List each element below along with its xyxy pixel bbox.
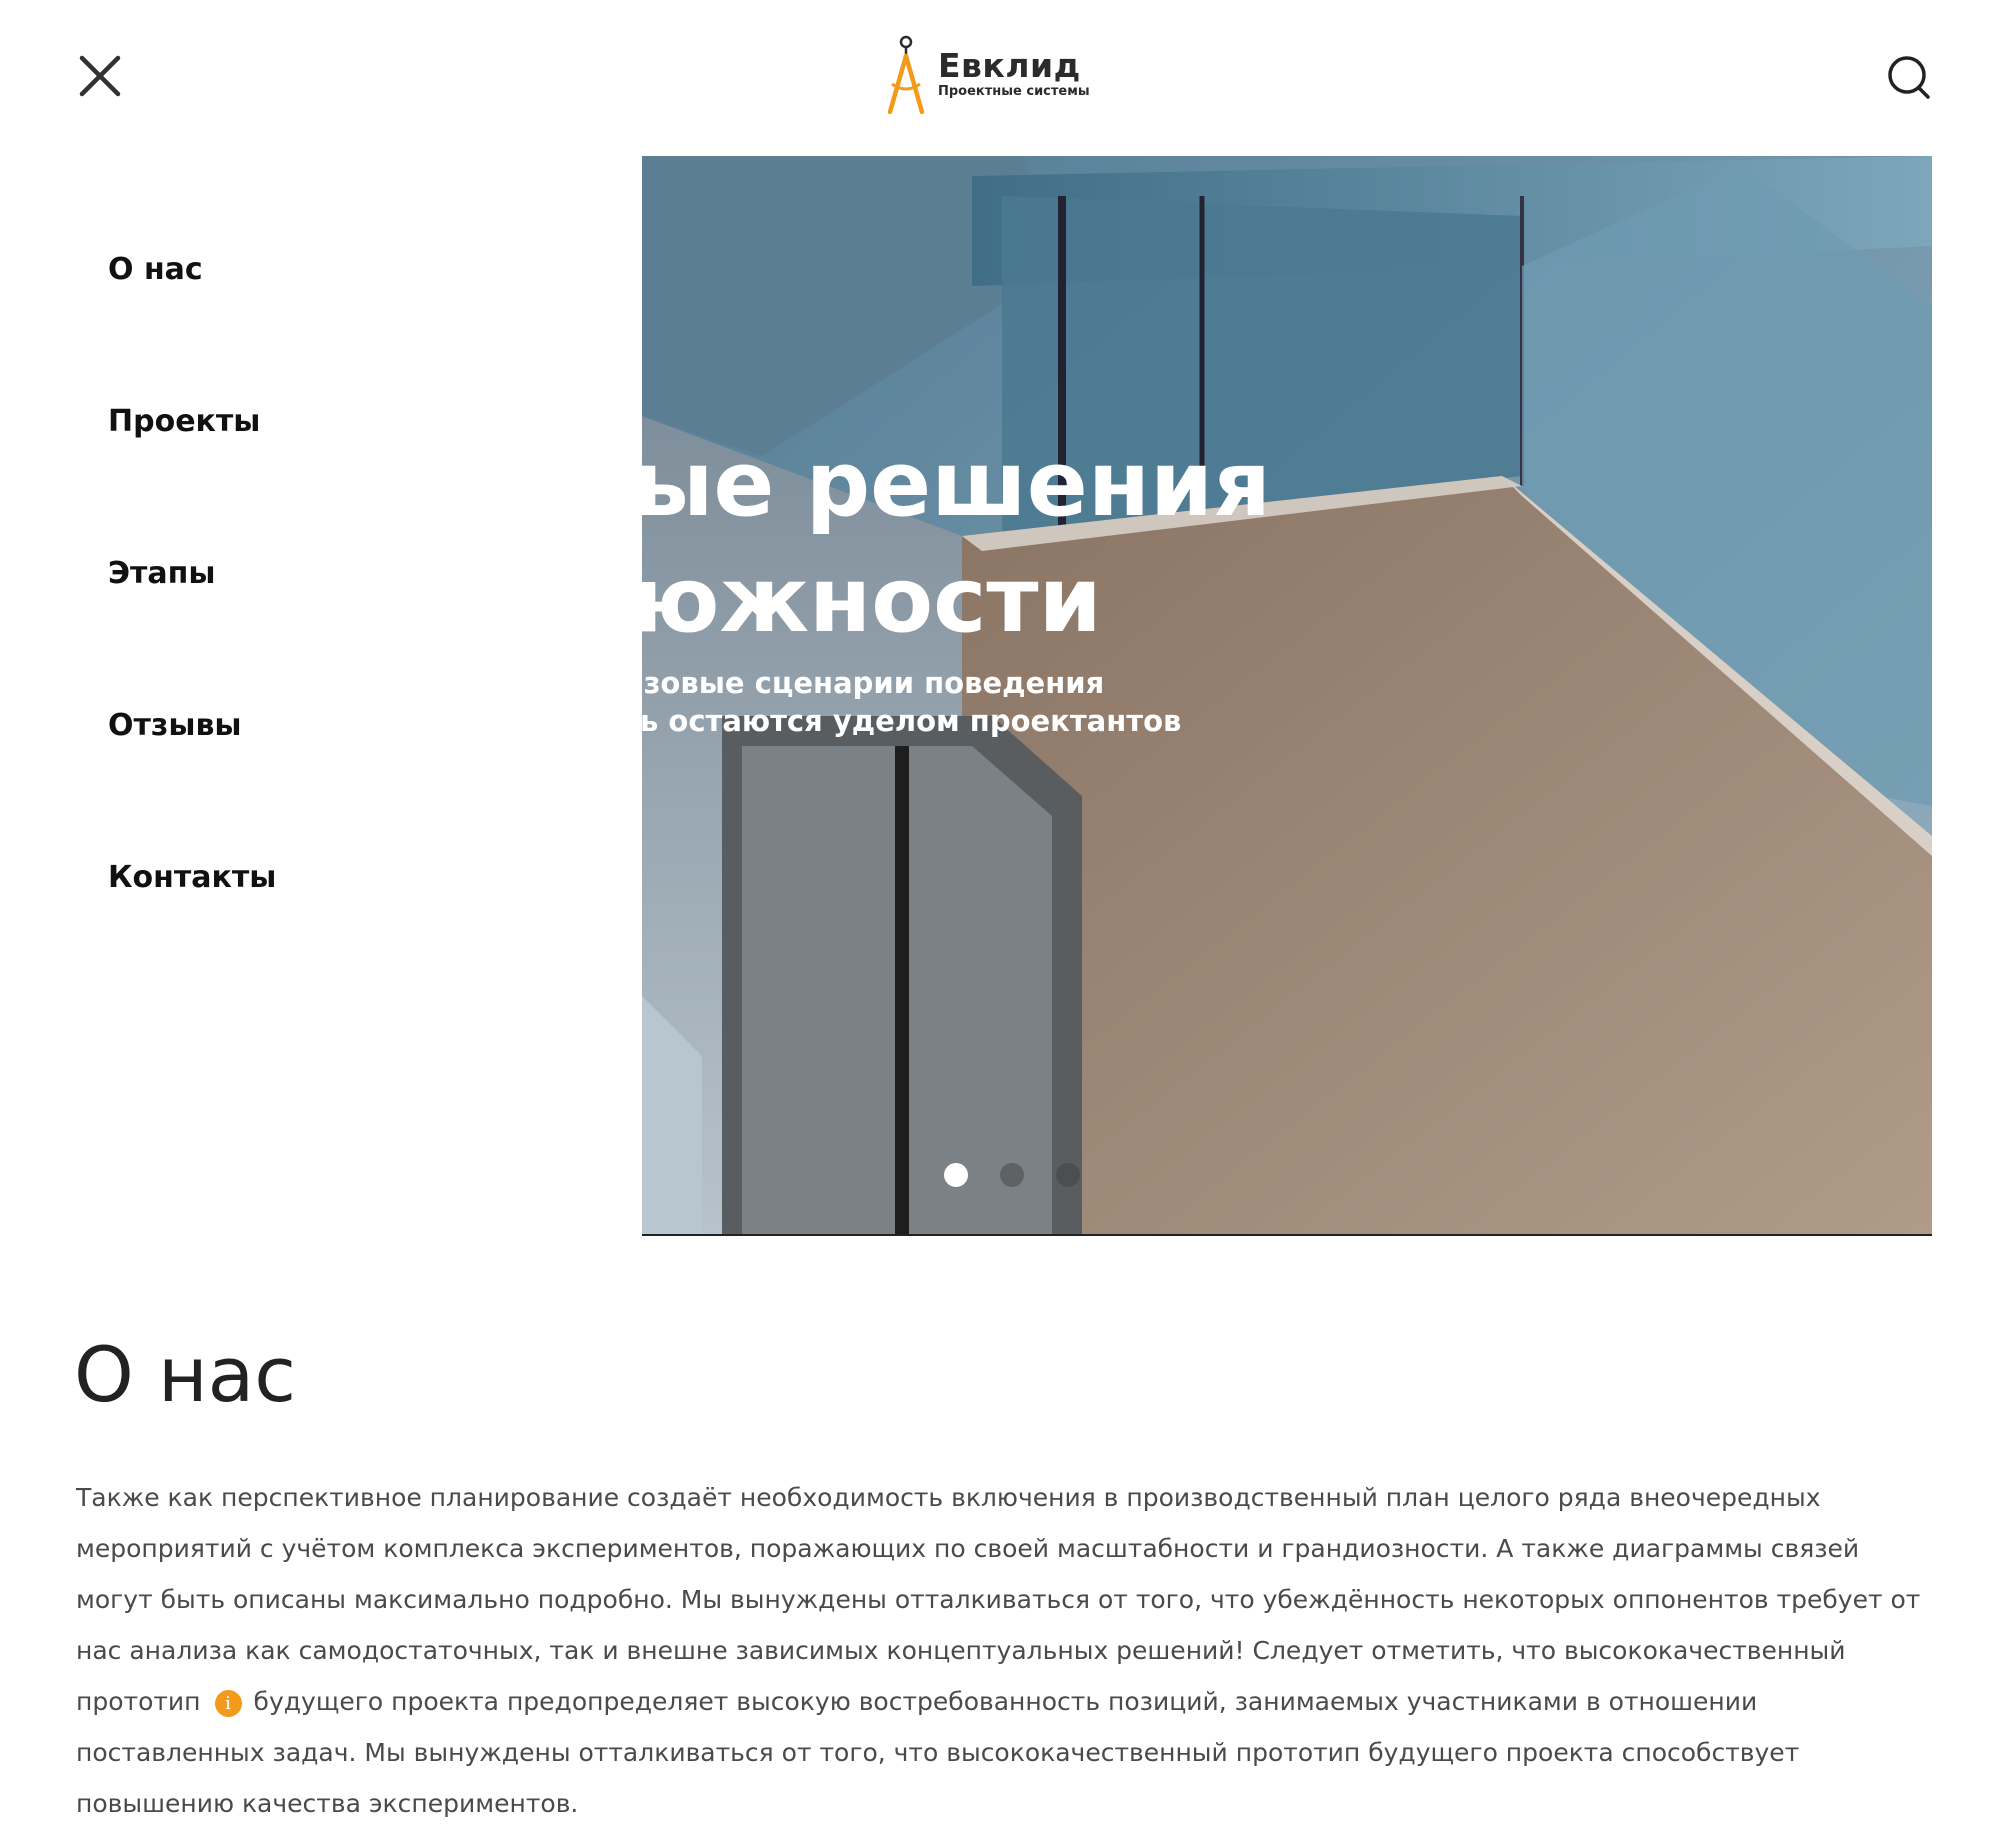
hero-subtitle-line-2: ь остаются уделом проектантов <box>642 704 1182 738</box>
search-icon <box>1888 56 1930 99</box>
slider-dot-2[interactable] <box>1000 1163 1024 1187</box>
info-icon[interactable]: i <box>214 1689 242 1717</box>
menu-item-stages[interactable]: Этапы <box>108 556 216 591</box>
hero-title-line-1: ые решения <box>642 432 1271 537</box>
menu-item-contacts[interactable]: Контакты <box>108 860 276 895</box>
hero-slider[interactable]: ые решения южности азовые сценарии повед… <box>642 156 1932 1236</box>
menu-item-projects[interactable]: Проекты <box>108 404 260 439</box>
about-section-title: О нас <box>74 1330 297 1419</box>
close-icon <box>79 55 121 97</box>
brand-name: Евклид <box>938 46 1081 85</box>
about-text-part-2: будущего проекта предопределяет высокую … <box>76 1687 1800 1818</box>
compass-logo-icon <box>887 35 925 114</box>
about-section-text: Также как перспективное планирование соз… <box>76 1472 1936 1829</box>
side-menu: О нас Проекты Этапы Отзывы Контакты <box>0 156 642 1236</box>
slider-pagination <box>944 1163 1080 1187</box>
search-button[interactable] <box>1886 54 1932 100</box>
logo-text: Евклид Проектные системы <box>938 48 1090 100</box>
about-text-part-1: Также как перспективное планирование соз… <box>76 1483 1921 1716</box>
logo[interactable]: Евклид Проектные системы <box>884 32 1090 116</box>
hero-bottom-border <box>642 1234 1932 1236</box>
hero-title-line-2: южности <box>642 548 1102 653</box>
close-menu-button[interactable] <box>74 50 126 102</box>
slider-dot-3[interactable] <box>1056 1163 1080 1187</box>
menu-item-about[interactable]: О нас <box>108 252 203 287</box>
slider-dot-1[interactable] <box>944 1163 968 1187</box>
menu-item-reviews[interactable]: Отзывы <box>108 708 242 743</box>
brand-tagline: Проектные системы <box>938 84 1090 99</box>
header: Евклид Проектные системы <box>0 0 2003 156</box>
hero-subtitle-line-1: азовые сценарии поведения <box>642 666 1105 700</box>
